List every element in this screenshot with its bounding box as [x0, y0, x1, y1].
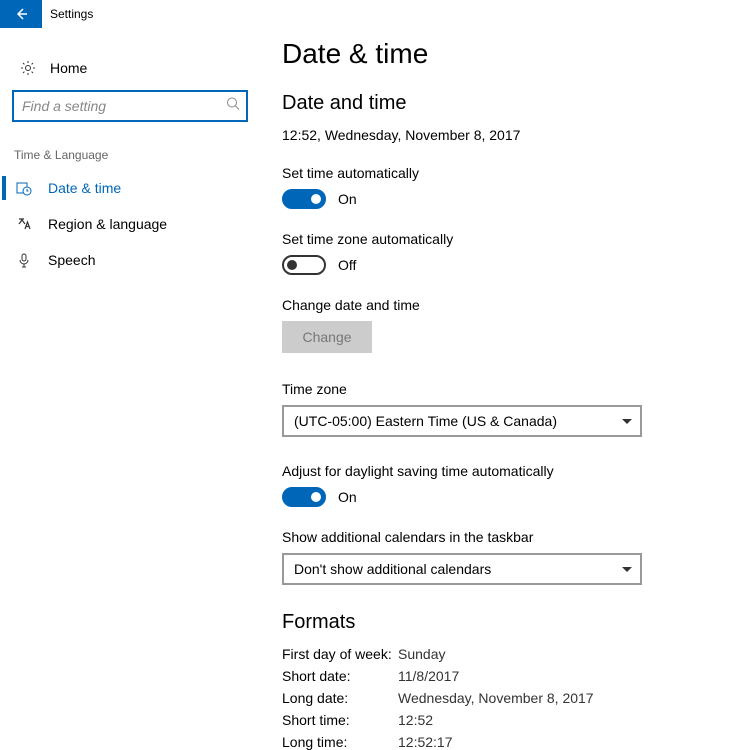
- dropdown-value: Don't show additional calendars: [294, 561, 491, 577]
- sidebar-item-date-time[interactable]: Date & time: [0, 170, 260, 206]
- add-cal-label: Show additional calendars in the taskbar: [282, 529, 731, 545]
- set-tz-auto-toggle[interactable]: [282, 255, 326, 275]
- search-wrap: [12, 90, 248, 122]
- microphone-icon: [14, 252, 34, 268]
- format-row: Short date:11/8/2017: [282, 668, 731, 684]
- language-icon: [14, 216, 34, 232]
- window-title: Settings: [42, 7, 93, 21]
- formats-heading: Formats: [282, 611, 731, 634]
- titlebar: Settings: [0, 0, 260, 28]
- arrow-left-icon: [13, 6, 29, 22]
- main-content: Date & time Date and time 12:52, Wednesd…: [260, 0, 731, 750]
- dst-toggle[interactable]: [282, 487, 326, 507]
- category-label: Time & Language: [0, 140, 260, 170]
- format-row: Short time:12:52: [282, 712, 731, 728]
- back-button[interactable]: [0, 0, 42, 28]
- chevron-down-icon: [622, 567, 632, 572]
- section-date-heading: Date and time: [282, 92, 731, 115]
- change-button: Change: [282, 321, 372, 353]
- page-title: Date & time: [282, 38, 731, 70]
- set-tz-auto-label: Set time zone automatically: [282, 231, 731, 247]
- change-dt-label: Change date and time: [282, 297, 731, 313]
- toggle-state: Off: [338, 257, 356, 273]
- current-datetime: 12:52, Wednesday, November 8, 2017: [282, 127, 731, 143]
- toggle-state: On: [338, 489, 357, 505]
- tz-label: Time zone: [282, 381, 731, 397]
- timezone-dropdown[interactable]: (UTC-05:00) Eastern Time (US & Canada): [282, 405, 642, 437]
- home-label: Home: [50, 60, 87, 76]
- format-row: Long date:Wednesday, November 8, 2017: [282, 690, 731, 706]
- format-row: Long time:12:52:17: [282, 734, 731, 750]
- sidebar-item-label: Region & language: [48, 216, 167, 232]
- additional-calendars-dropdown[interactable]: Don't show additional calendars: [282, 553, 642, 585]
- set-time-auto-toggle[interactable]: [282, 189, 326, 209]
- set-time-auto-label: Set time automatically: [282, 165, 731, 181]
- sidebar-item-label: Speech: [48, 252, 95, 268]
- home-nav[interactable]: Home: [0, 46, 260, 90]
- sidebar-item-label: Date & time: [48, 180, 121, 196]
- toggle-state: On: [338, 191, 357, 207]
- gear-icon: [18, 60, 38, 76]
- search-input[interactable]: [12, 90, 248, 122]
- format-row: First day of week:Sunday: [282, 646, 731, 662]
- dst-label: Adjust for daylight saving time automati…: [282, 463, 731, 479]
- clock-calendar-icon: [14, 180, 34, 196]
- sidebar-item-region-language[interactable]: Region & language: [0, 206, 260, 242]
- chevron-down-icon: [622, 419, 632, 424]
- sidebar-item-speech[interactable]: Speech: [0, 242, 260, 278]
- sidebar: Settings Home Time & Language Date & tim…: [0, 0, 260, 750]
- dropdown-value: (UTC-05:00) Eastern Time (US & Canada): [294, 413, 557, 429]
